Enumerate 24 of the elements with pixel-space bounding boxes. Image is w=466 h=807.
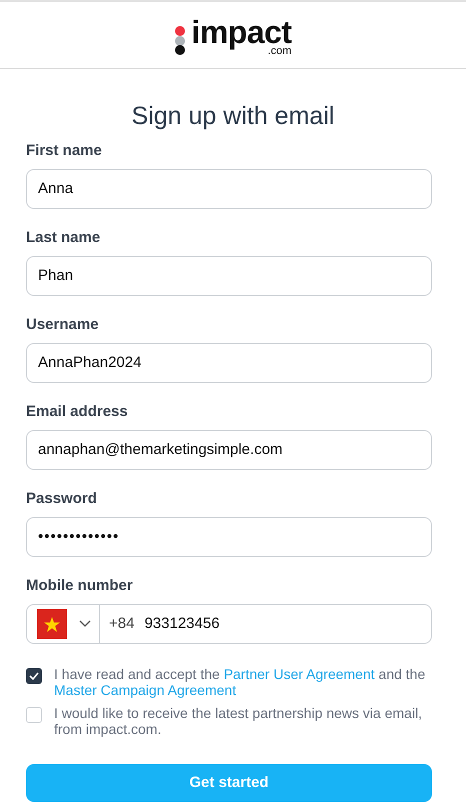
logo-dots-icon (174, 26, 186, 56)
checkbox[interactable] (26, 707, 42, 723)
country-code: +84 (109, 614, 134, 634)
phone-input[interactable]: 933123456 (144, 612, 220, 636)
flag-icon (37, 609, 67, 639)
field-label: Mobile number (26, 576, 134, 596)
text-field[interactable]: AnnaPhan2024 (26, 343, 432, 383)
consent-text: I would like to receive the latest partnership news via email, from impact.com. (54, 705, 424, 737)
consent-text: I have read and accept the Partner User Agreement and the Master Campaign Agreement (54, 666, 426, 698)
phone-field[interactable]: +84 933123456 (26, 604, 432, 644)
field-label: Password (26, 489, 98, 509)
page-title: Sign up with email (130, 101, 336, 132)
text-field[interactable]: Phan (26, 256, 432, 296)
checkbox[interactable] (26, 668, 42, 684)
field-label: Last name (26, 228, 102, 248)
chevron-down-icon (79, 620, 91, 628)
logo-suffix: .com (268, 46, 292, 56)
password-field[interactable]: ••••••••••••• (26, 517, 432, 557)
text-field[interactable]: Anna (26, 169, 432, 209)
field-label: Email address (26, 402, 129, 422)
field-label: Username (26, 315, 100, 335)
field-label: First name (26, 141, 103, 161)
check-icon (29, 672, 39, 680)
text-field[interactable]: annaphan@themarketingsimple.com (26, 430, 432, 470)
